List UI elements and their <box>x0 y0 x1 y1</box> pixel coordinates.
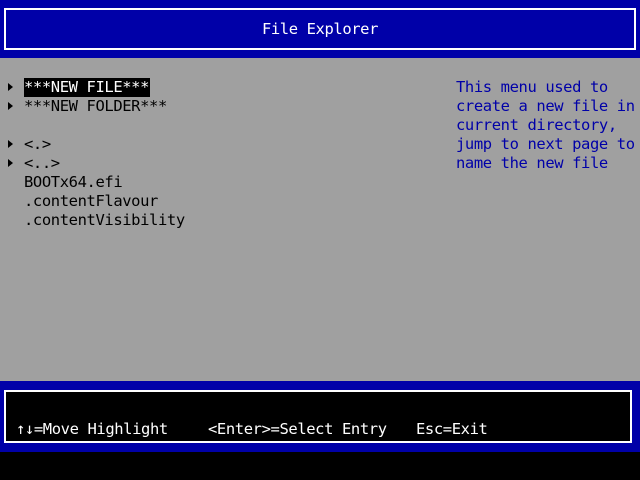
menu-item-file-bootx64[interactable]: BOOTx64.efi <box>0 173 123 192</box>
title-frame: File Explorer <box>4 8 636 50</box>
page-title: File Explorer <box>261 20 379 38</box>
menu-item-parent-dir[interactable]: <..> <box>0 154 60 173</box>
help-line: name the new file <box>456 154 608 172</box>
menu-item-label: ***NEW FOLDER*** <box>24 97 167 115</box>
triangle-right-icon <box>8 140 13 148</box>
select-entry-hint: <Enter>=Select Entry <box>208 420 387 438</box>
exit-hint: Esc=Exit <box>416 420 488 438</box>
menu-item-label: <.> <box>24 135 51 153</box>
help-panel: This menu used to create a new file in c… <box>456 78 636 173</box>
triangle-right-icon <box>8 159 13 167</box>
status-bar <box>0 381 640 452</box>
menu-item-label: BOOTx64.efi <box>24 173 123 191</box>
help-line: current directory, <box>456 116 617 134</box>
menu-item-current-dir[interactable]: <.> <box>0 135 51 154</box>
move-highlight-hint: ↑↓=Move Highlight <box>16 420 168 438</box>
menu-item-file-contentflavour[interactable]: .contentFlavour <box>0 192 158 211</box>
menu-item-new-file[interactable]: ***NEW FILE*** <box>0 78 151 97</box>
main-panel: ***NEW FILE*** ***NEW FOLDER*** <.> <..>… <box>0 58 640 381</box>
title-bar: File Explorer <box>0 0 640 58</box>
menu-item-label: .contentVisibility <box>24 211 185 229</box>
triangle-right-icon <box>8 83 13 91</box>
menu-item-label: ***NEW FILE*** <box>24 78 151 97</box>
menu-item-label: .contentFlavour <box>24 192 158 210</box>
menu-item-new-folder[interactable]: ***NEW FOLDER*** <box>0 97 167 116</box>
menu-item-label: <..> <box>24 154 60 172</box>
triangle-right-icon <box>8 102 13 110</box>
help-line: This menu used to <box>456 78 608 96</box>
menu-item-file-contentvisibility[interactable]: .contentVisibility <box>0 211 185 230</box>
help-line: jump to next page to <box>456 135 635 153</box>
help-line: create a new file in <box>456 97 635 115</box>
